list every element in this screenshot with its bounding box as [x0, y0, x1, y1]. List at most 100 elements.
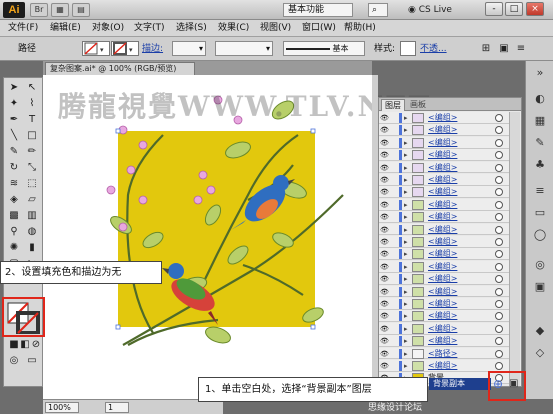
layer-name[interactable]: <路径> — [428, 348, 457, 360]
eye-icon[interactable]: 👁 — [380, 312, 389, 320]
target-icon[interactable] — [495, 176, 503, 184]
appearance-panel-icon[interactable]: ◎ — [531, 257, 549, 273]
stroke-panel-icon[interactable]: ≡ — [531, 183, 549, 199]
layer-name[interactable]: <编组> — [428, 174, 457, 186]
stroke-color-dropdown[interactable]: ▾ — [111, 41, 139, 56]
fill-color-dropdown[interactable]: ▾ — [82, 41, 110, 56]
layer-row[interactable]: 👁 ▸ <编组> — [379, 273, 509, 286]
layer-row[interactable]: 👁 ▸ <编组> — [379, 198, 509, 211]
layer-name[interactable]: <编组> — [428, 298, 457, 310]
expand-triangle-icon[interactable]: ▸ — [404, 274, 408, 284]
layer-name[interactable]: <编组> — [428, 273, 457, 285]
gradient-tool-icon[interactable]: ▥ — [24, 209, 40, 223]
layer-row[interactable]: 👁 ▸ <编组> — [379, 124, 509, 137]
lock-toggle[interactable] — [390, 300, 396, 308]
pen-tool-icon[interactable]: ✒ — [6, 113, 22, 127]
eye-icon[interactable]: 👁 — [380, 238, 389, 246]
layer-row[interactable]: 👁 ▸ <编组> — [379, 186, 509, 199]
layer-name[interactable]: <编组> — [428, 224, 457, 236]
layer-name[interactable]: <编组> — [428, 112, 457, 124]
brush-definition[interactable]: 基本 — [283, 41, 365, 56]
gradient-panel-icon[interactable]: ▭ — [531, 205, 549, 221]
target-icon[interactable] — [495, 238, 503, 246]
layer-row[interactable]: 👁 ▸ <编组> — [379, 248, 509, 261]
expand-triangle-icon[interactable]: ▸ — [404, 113, 408, 123]
eye-icon[interactable]: 👁 — [380, 288, 389, 296]
layer-row[interactable]: 👁 ▸ <编组> — [379, 236, 509, 248]
expand-triangle-icon[interactable]: ▸ — [404, 212, 408, 222]
layer-row[interactable]: 👁 ▸ <编组> — [379, 112, 509, 124]
transparency-panel-icon[interactable]: ◯ — [531, 227, 549, 243]
type-tool-icon[interactable]: T — [24, 113, 40, 127]
symbols-panel-icon[interactable]: ♣ — [531, 157, 549, 173]
eye-icon[interactable]: 👁 — [380, 188, 389, 196]
tab-layers[interactable]: 图层 — [381, 99, 405, 111]
target-icon[interactable] — [495, 126, 503, 135]
lock-toggle[interactable] — [390, 337, 396, 345]
expand-triangle-icon[interactable]: ▸ — [404, 349, 408, 359]
eye-icon[interactable]: 👁 — [380, 337, 389, 345]
blend-tool-icon[interactable]: ◍ — [24, 225, 40, 239]
lock-toggle[interactable] — [390, 188, 396, 196]
graph-tool-icon[interactable]: ▮ — [24, 241, 40, 255]
target-icon[interactable] — [495, 250, 503, 259]
lock-toggle[interactable] — [390, 114, 396, 122]
layer-row[interactable]: 👁 ▸ <编组> — [379, 149, 509, 162]
layer-name[interactable]: <编组> — [428, 323, 457, 335]
target-icon[interactable] — [495, 337, 503, 346]
selection-tool-icon[interactable]: ➤ — [6, 81, 22, 95]
layer-name[interactable]: <编组> — [428, 186, 457, 198]
panel-menu-icon[interactable]: ≡ — [513, 42, 529, 56]
lock-toggle[interactable] — [390, 226, 396, 234]
lock-toggle[interactable] — [390, 151, 396, 159]
lock-toggle[interactable] — [390, 263, 396, 271]
layer-name[interactable]: <编组> — [428, 124, 457, 136]
align-icon[interactable]: ⊞ — [478, 42, 494, 56]
layer-row[interactable]: 👁 ▸ <编组> — [379, 223, 509, 236]
expand-triangle-icon[interactable]: ▸ — [404, 175, 408, 185]
layer-row[interactable]: 👁 ▸ <编组> — [379, 211, 509, 224]
expand-triangle-icon[interactable]: ▸ — [404, 125, 408, 135]
layer-name[interactable]: <编组> — [428, 236, 457, 248]
eye-icon[interactable]: 👁 — [380, 362, 389, 370]
artboards-panel-icon[interactable]: ◇ — [531, 345, 549, 361]
expand-triangle-icon[interactable]: ▸ — [404, 225, 408, 235]
layer-name[interactable]: <编组> — [428, 211, 457, 223]
target-icon[interactable] — [495, 300, 503, 308]
bridge-button[interactable]: Br — [30, 3, 48, 17]
eye-icon[interactable]: 👁 — [380, 213, 389, 221]
menu-file[interactable]: 文件(F) — [8, 22, 38, 35]
layer-row[interactable]: 👁 ▸ <编组> — [379, 322, 509, 335]
pencil-tool-icon[interactable]: ✏ — [24, 145, 40, 159]
eye-icon[interactable]: 👁 — [380, 139, 389, 147]
search-button[interactable]: ⌕ — [368, 3, 388, 17]
graphic-styles-panel-icon[interactable]: ▣ — [531, 279, 549, 295]
layer-row[interactable]: 👁 ▸ <编组> — [379, 174, 509, 186]
cs-live-button[interactable]: ◉ CS Live — [408, 3, 460, 17]
lock-toggle[interactable] — [390, 213, 396, 221]
lock-toggle[interactable] — [390, 238, 396, 246]
menu-window[interactable]: 窗口(W) — [302, 22, 336, 35]
rotate-tool-icon[interactable]: ↻ — [6, 161, 22, 175]
zoom-level-field[interactable]: 100% — [45, 402, 79, 413]
expand-triangle-icon[interactable]: ▸ — [404, 311, 408, 321]
expand-triangle-icon[interactable]: ▸ — [404, 361, 408, 371]
lock-toggle[interactable] — [390, 288, 396, 296]
layers-scrollbar[interactable] — [509, 112, 520, 386]
eye-icon[interactable]: 👁 — [380, 300, 389, 308]
lock-toggle[interactable] — [390, 250, 396, 258]
target-icon[interactable] — [495, 312, 503, 321]
layer-row[interactable]: 👁 ▸ <编组> — [379, 310, 509, 323]
target-icon[interactable] — [495, 114, 503, 122]
layer-row[interactable]: 👁 ▸ <编组> — [379, 335, 509, 348]
target-icon[interactable] — [495, 287, 503, 296]
target-icon[interactable] — [495, 188, 503, 197]
maximize-button[interactable]: □ — [505, 2, 523, 16]
menu-select[interactable]: 选择(S) — [176, 22, 207, 35]
expand-triangle-icon[interactable]: ▸ — [404, 138, 408, 148]
layer-row[interactable]: 👁 ▸ <编组> — [379, 161, 509, 174]
expand-triangle-icon[interactable]: ▸ — [404, 287, 408, 297]
menu-help[interactable]: 帮助(H) — [344, 22, 376, 35]
transform-icon[interactable]: ▣ — [496, 42, 512, 56]
document-tab[interactable]: 复杂图案.ai* @ 100% (RGB/预览) — [45, 62, 195, 75]
